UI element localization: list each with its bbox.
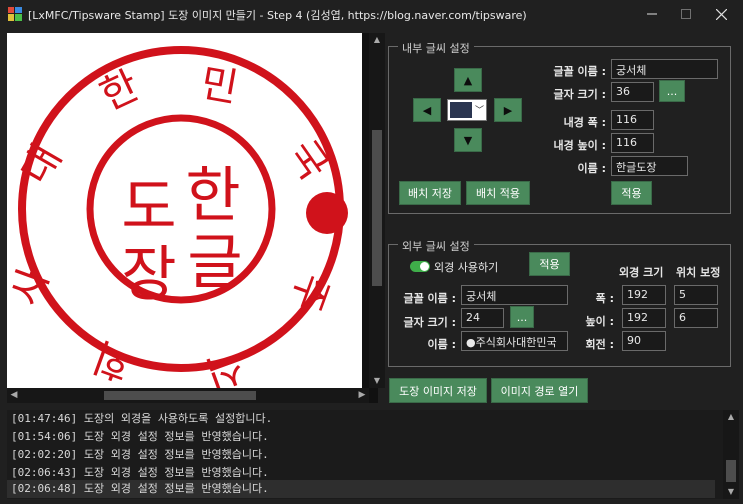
outer-size-header: 외경 크기 (619, 266, 664, 279)
close-icon (715, 8, 727, 20)
minimize-icon (647, 13, 657, 15)
log-list[interactable]: [01:47:46] 도장의 외경을 사용하도록 설정합니다. [01:54:0… (7, 410, 739, 499)
move-right-button[interactable]: ▶ (494, 98, 522, 122)
move-left-button[interactable]: ◀ (413, 98, 441, 122)
outer-height-label: 높이 : (585, 315, 614, 328)
inner-font-picker-button[interactable]: ... (659, 80, 685, 102)
scroll-thumb[interactable] (726, 460, 736, 482)
inner-name-label: 이름 : (577, 162, 606, 175)
arrow-left-icon: ◀ (422, 103, 432, 117)
scroll-thumb[interactable] (372, 130, 382, 286)
log-item-selected[interactable]: [02:06:48] 도장 외경 설정 정보를 반영했습니다. (7, 480, 715, 498)
inner-height-label: 내경 높이 : (553, 139, 606, 152)
scroll-up-icon[interactable]: ▲ (723, 410, 739, 424)
outer-width-label: 폭 : (595, 292, 614, 305)
maximize-button[interactable] (668, 0, 704, 28)
color-swatch (450, 102, 472, 118)
stamp-image: 도 한 장 글 사 대 한 민 국 주 식 회 (7, 46, 348, 388)
scroll-down-icon[interactable]: ▼ (723, 485, 739, 499)
open-image-path-button[interactable]: 이미지 경로 열기 (491, 378, 588, 403)
log-item[interactable]: [01:47:46] 도장의 외경을 사용하도록 설정합니다. (11, 410, 272, 428)
outer-name-input[interactable]: ●주식회사대한민국 (461, 331, 568, 351)
close-button[interactable] (703, 0, 739, 28)
use-outer-label: 외경 사용하기 (434, 261, 499, 274)
outer-rotate-input[interactable]: 90 (622, 331, 666, 351)
outer-font-name-label: 글꼴 이름 : (403, 292, 456, 305)
stamp-canvas: 도 한 장 글 사 대 한 민 국 주 식 회 (7, 33, 362, 388)
log-item[interactable]: [02:02:20] 도장 외경 설정 정보를 반영했습니다. (11, 446, 269, 464)
outer-font-size-label: 글자 크기 : (403, 316, 456, 329)
outer-font-picker-button[interactable]: ... (510, 306, 534, 328)
title-bar: [LxMFC/Tipsware Stamp] 도장 이미지 만들기 - Step… (0, 0, 743, 28)
move-up-button[interactable]: ▲ (454, 68, 482, 92)
inner-name-input[interactable]: 한글도장 (611, 156, 688, 176)
outer-group-title: 외부 글씨 설정 (398, 238, 474, 254)
outer-height-input[interactable]: 192 (622, 308, 666, 328)
outer-height-offset-input[interactable]: 6 (674, 308, 718, 328)
outer-apply-button[interactable]: 적용 (529, 252, 570, 276)
app-icon (8, 7, 22, 21)
inner-char: 글 (187, 228, 242, 298)
inner-height-input[interactable]: 116 (611, 133, 654, 153)
scroll-down-icon[interactable]: ▼ (369, 374, 385, 388)
outer-font-name-input[interactable]: 궁서체 (461, 285, 568, 305)
save-layout-button[interactable]: 배치 저장 (399, 181, 461, 205)
inner-font-name-label: 글꼴 이름 : (553, 65, 606, 78)
preview-horizontal-scrollbar[interactable]: ◀ ▶ (7, 388, 369, 403)
position-offset-header: 위치 보정 (676, 266, 721, 279)
inner-char: 장 (121, 240, 176, 310)
arrow-up-icon: ▲ (463, 73, 473, 87)
outer-width-input[interactable]: 192 (622, 285, 666, 305)
save-stamp-image-button[interactable]: 도장 이미지 저장 (389, 378, 487, 403)
outer-width-offset-input[interactable]: 5 (674, 285, 718, 305)
apply-layout-button[interactable]: 배치 적용 (466, 181, 530, 205)
window-title: [LxMFC/Tipsware Stamp] 도장 이미지 만들기 - Step… (28, 9, 527, 22)
log-scrollbar[interactable]: ▲ ▼ (723, 410, 739, 499)
outer-font-size-input[interactable]: 24 (461, 308, 504, 328)
scroll-thumb[interactable] (104, 391, 256, 400)
inner-font-name-input[interactable]: 궁서체 (611, 59, 718, 79)
inner-group-title: 내부 글씨 설정 (398, 40, 474, 56)
minimize-button[interactable] (634, 0, 670, 28)
stamp-preview-panel: 도 한 장 글 사 대 한 민 국 주 식 회 ▲ ▼ ◀ ▶ (7, 33, 385, 403)
scroll-up-icon[interactable]: ▲ (369, 33, 385, 47)
preview-vertical-scrollbar[interactable]: ▲ ▼ (369, 33, 385, 388)
layout-combo[interactable]: ﹀ (447, 99, 487, 121)
scroll-right-icon[interactable]: ▶ (355, 388, 369, 403)
log-item[interactable]: [01:54:06] 도장 외경 설정 정보를 반영했습니다. (11, 428, 269, 446)
arrow-down-icon: ▼ (463, 133, 473, 147)
outer-char: 식 (199, 342, 249, 388)
inner-char: 도 (121, 173, 176, 243)
outer-char: 민 (197, 60, 241, 112)
toggle-knob (420, 262, 429, 271)
arrow-right-icon: ▶ (503, 103, 513, 117)
inner-width-input[interactable]: 116 (611, 110, 654, 130)
inner-char: 한 (185, 161, 240, 231)
chevron-down-icon: ﹀ (474, 106, 484, 116)
inner-width-label: 내경 폭 : (563, 116, 606, 129)
use-outer-toggle[interactable] (410, 261, 430, 272)
inner-apply-button[interactable]: 적용 (611, 181, 652, 205)
scroll-left-icon[interactable]: ◀ (7, 388, 21, 403)
inner-font-size-label: 글자 크기 : (553, 88, 606, 101)
move-down-button[interactable]: ▼ (454, 128, 482, 152)
outer-name-label: 이름 : (427, 338, 456, 351)
maximize-icon (681, 9, 691, 19)
outer-rotate-label: 회전 : (585, 338, 614, 351)
inner-font-size-input[interactable]: 36 (611, 82, 654, 102)
